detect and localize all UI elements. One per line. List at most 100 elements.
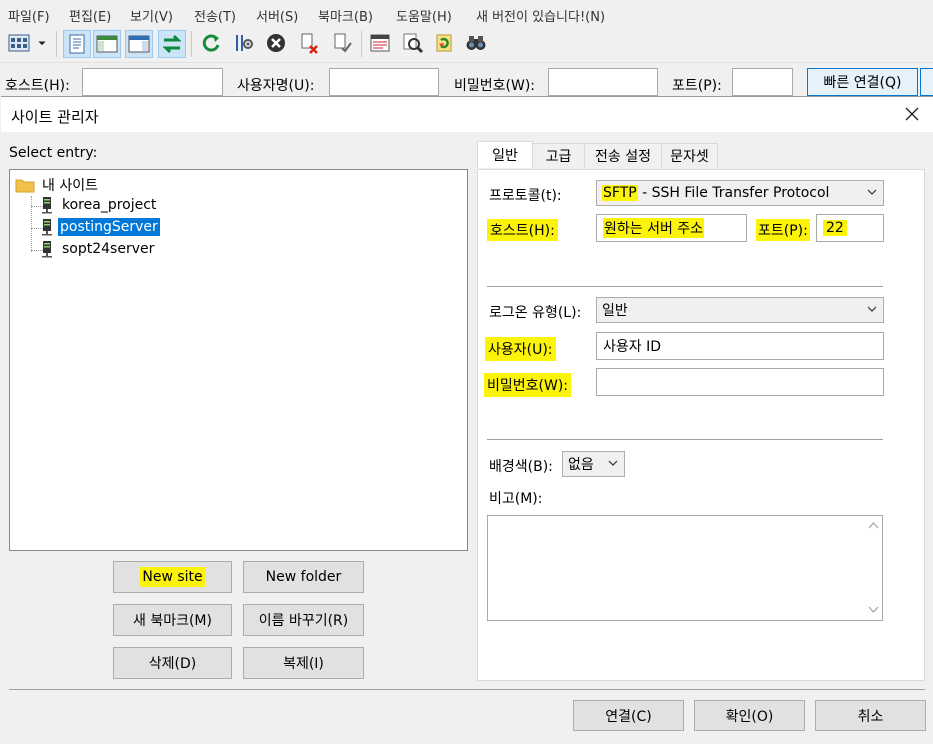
connect-label: 연결(C) <box>605 708 652 725</box>
toolbar <box>0 27 933 63</box>
tree-site-item-selected[interactable]: postingServer <box>41 218 160 236</box>
connect-button[interactable]: 연결(C) <box>573 700 684 731</box>
sync-browse-icon[interactable] <box>431 30 457 56</box>
site-manager-dialog: 사이트 관리자 Select entry: 내 사이트 korea_projec… <box>1 96 933 744</box>
quickconnect-user-label: 사용자명(U): <box>237 78 315 94</box>
host-value: 원하는 서버 주소 <box>603 218 705 238</box>
rename-label: 이름 바꾸기(R) <box>258 613 349 629</box>
reconnect-icon[interactable] <box>329 30 355 56</box>
menu-edit[interactable]: 편집(E) <box>69 6 111 25</box>
refresh-icon[interactable] <box>198 30 224 56</box>
quickconnect-user-input[interactable] <box>329 68 439 96</box>
site-tree[interactable]: 내 사이트 korea_project postingServer sopt24… <box>9 169 468 551</box>
background-color-label: 배경색(B): <box>489 459 553 475</box>
host-label: 호스트(H): <box>487 219 558 241</box>
logon-type-value: 일반 <box>602 303 628 319</box>
comments-scrollbar[interactable] <box>865 516 882 620</box>
chevron-down-icon <box>608 460 618 466</box>
scrollbar-arrows-icon <box>868 522 879 613</box>
logon-type-label: 로그온 유형(L): <box>489 305 582 321</box>
cancel-button[interactable]: 취소 <box>815 700 926 731</box>
port-input[interactable]: 22 <box>816 214 884 242</box>
directory-listing-filters-icon[interactable] <box>367 30 393 56</box>
site-manager-icon[interactable] <box>4 30 34 56</box>
toolbar-separator <box>361 31 362 57</box>
tree-site-item[interactable]: sopt24server <box>41 240 156 258</box>
comments-textarea[interactable] <box>487 515 883 621</box>
disconnect-icon[interactable] <box>296 30 322 56</box>
menu-bar: 파일(F) 편집(E) 보기(V) 전송(T) 서버(S) 북마크(B) 도움말… <box>0 0 933 27</box>
cancel-label: 취소 <box>857 708 884 725</box>
menu-server[interactable]: 서버(S) <box>256 6 298 25</box>
cancel-icon[interactable] <box>263 30 289 56</box>
tab-general-label: 일반 <box>492 148 518 164</box>
tab-advanced[interactable]: 고급 <box>532 143 585 168</box>
password-label: 비밀번호(W): <box>484 373 572 397</box>
new-folder-button[interactable]: New folder <box>243 561 364 593</box>
quickconnect-dropdown-button[interactable] <box>920 68 933 96</box>
host-input[interactable]: 원하는 서버 주소 <box>596 214 747 242</box>
quickconnect-button[interactable]: 빠른 연결(Q) <box>807 68 918 96</box>
quickconnect-port-label: 포트(P): <box>672 78 722 94</box>
tab-transfer-settings-label: 전송 설정 <box>595 149 651 165</box>
new-site-label: New site <box>140 567 205 587</box>
chevron-down-icon <box>867 306 877 312</box>
user-input[interactable]: 사용자 ID <box>596 332 884 360</box>
transfer-queue-icon[interactable] <box>158 30 186 58</box>
new-bookmark-label: 새 북마크(M) <box>133 613 212 629</box>
section-divider <box>487 286 883 287</box>
menu-view[interactable]: 보기(V) <box>130 6 173 25</box>
tree-site-item[interactable]: korea_project <box>41 196 158 214</box>
dialog-titlebar: 사이트 관리자 <box>1 97 933 132</box>
section-divider <box>487 439 883 440</box>
logon-type-select[interactable]: 일반 <box>596 297 884 323</box>
toolbar-separator <box>56 31 57 57</box>
quickconnect-password-label: 비밀번호(W): <box>454 78 536 94</box>
menu-bookmarks[interactable]: 북마크(B) <box>318 6 373 25</box>
server-icon <box>42 241 52 258</box>
server-icon <box>42 219 52 236</box>
tree-site-label: sopt24server <box>62 241 155 257</box>
menu-help[interactable]: 도움말(H) <box>396 6 452 25</box>
toolbar-separator <box>191 31 192 57</box>
rename-button[interactable]: 이름 바꾸기(R) <box>243 604 364 636</box>
local-tree-icon[interactable] <box>93 30 121 58</box>
tab-charset[interactable]: 문자셋 <box>661 143 718 168</box>
tree-root-my-sites[interactable]: 내 사이트 <box>15 174 100 196</box>
select-entry-label: Select entry: <box>9 145 98 161</box>
user-label: 사용자(U): <box>485 337 556 361</box>
quickconnect-port-input[interactable] <box>732 68 793 96</box>
quickconnect-host-label: 호스트(H): <box>5 78 70 94</box>
footer-divider <box>9 689 925 690</box>
port-value: 22 <box>823 220 847 236</box>
quickconnect-host-input[interactable] <box>82 68 223 96</box>
process-queue-icon[interactable] <box>231 30 257 56</box>
background-color-value: 없음 <box>568 457 594 473</box>
quickconnect-button-label: 빠른 연결(Q) <box>823 75 902 91</box>
ok-button[interactable]: 확인(O) <box>694 700 805 731</box>
duplicate-label: 복제(I) <box>283 656 324 672</box>
new-site-button[interactable]: New site <box>113 561 232 593</box>
menu-transfer[interactable]: 전송(T) <box>194 6 236 25</box>
quickconnect-password-input[interactable] <box>548 68 658 96</box>
search-icon[interactable] <box>463 30 489 56</box>
new-bookmark-button[interactable]: 새 북마크(M) <box>113 604 232 636</box>
message-log-icon[interactable] <box>63 30 91 58</box>
protocol-select[interactable]: SFTP - SSH File Transfer Protocol <box>596 180 884 206</box>
user-value: 사용자 ID <box>603 339 661 355</box>
tree-site-label: postingServer <box>58 218 160 236</box>
tab-transfer-settings[interactable]: 전송 설정 <box>584 143 662 168</box>
close-icon[interactable] <box>901 103 923 125</box>
port-label: 포트(P): <box>756 219 810 241</box>
menu-new-version[interactable]: 새 버전이 있습니다!(N) <box>476 6 605 25</box>
remote-tree-icon[interactable] <box>125 30 153 58</box>
compare-icon[interactable] <box>400 30 426 56</box>
dropdown-arrow-icon[interactable] <box>34 30 50 56</box>
password-input[interactable] <box>596 368 884 396</box>
tab-general[interactable]: 일반 <box>477 141 533 168</box>
background-color-select[interactable]: 없음 <box>562 451 625 477</box>
duplicate-button[interactable]: 복제(I) <box>243 647 364 679</box>
delete-button[interactable]: 삭제(D) <box>113 647 232 679</box>
menu-file[interactable]: 파일(F) <box>8 6 50 25</box>
comments-label: 비고(M): <box>489 491 543 507</box>
